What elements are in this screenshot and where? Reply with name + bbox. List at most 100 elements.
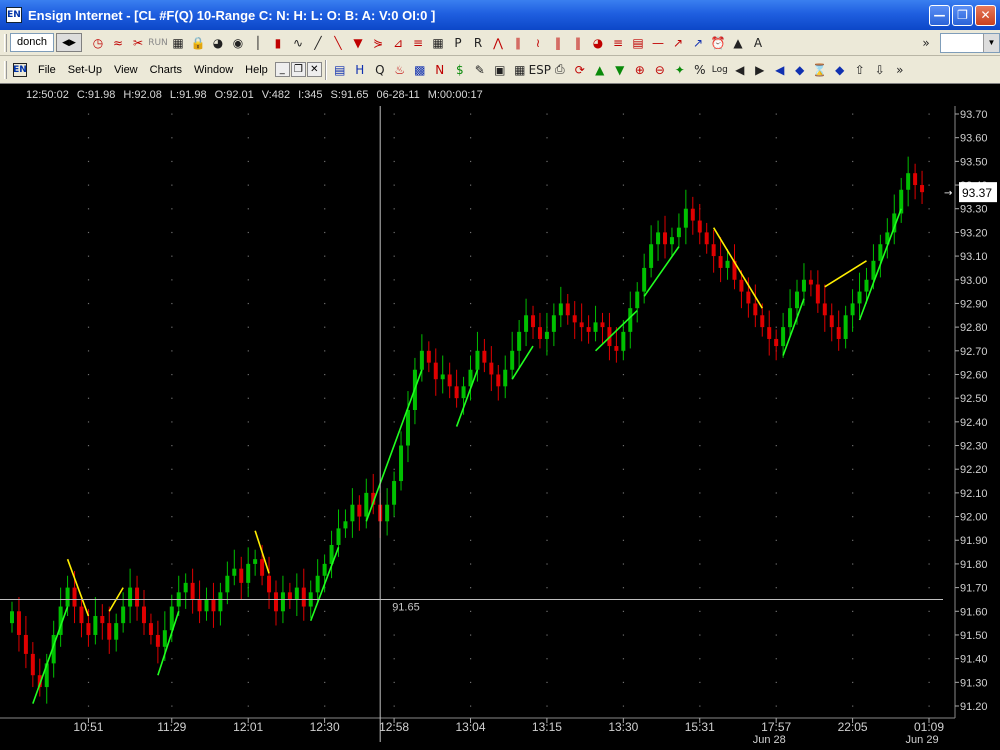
mdi-close-icon[interactable]: ✕ [306, 62, 322, 77]
toolbar-grip[interactable] [4, 33, 7, 52]
fib-icon[interactable]: ≡ [409, 33, 427, 53]
time-tick-label: 12:30 [310, 720, 340, 734]
magic-icon[interactable]: ✦ [671, 60, 689, 80]
log-icon[interactable]: Log [711, 60, 729, 80]
menu-help[interactable]: Help [239, 64, 274, 76]
minimize-icon[interactable]: — [929, 4, 950, 26]
print-icon[interactable]: ⎙ [551, 60, 569, 80]
layout-icon[interactable]: ▤ [331, 60, 349, 80]
up-arrow-icon[interactable]: ▲ [591, 60, 609, 80]
expand-v-icon[interactable]: ◆ [831, 60, 849, 80]
globe-icon[interactable]: ◉ [229, 33, 247, 53]
box-r-icon[interactable]: R [469, 33, 487, 53]
grid-dot [699, 326, 701, 328]
grid-dot [622, 468, 625, 470]
waves-icon[interactable]: ≈ [109, 33, 127, 53]
n-icon[interactable]: N [431, 60, 449, 80]
candle-body [322, 563, 327, 576]
note-icon[interactable]: ✎ [471, 60, 489, 80]
alarm-icon[interactable]: ⏰ [709, 33, 727, 53]
grid-icon[interactable]: ▦ [169, 33, 187, 53]
down-icon[interactable]: ⇩ [871, 60, 889, 80]
tab-donch[interactable]: donch [10, 33, 54, 52]
fire-icon[interactable]: ♨ [391, 60, 409, 80]
gann-icon[interactable]: ⊿ [389, 33, 407, 53]
run-icon[interactable]: RUN [148, 33, 168, 53]
clock-icon[interactable]: ◷ [89, 33, 107, 53]
expand-h-icon[interactable]: ◆ [791, 60, 809, 80]
spiral-icon[interactable]: ◕ [589, 33, 607, 53]
menu-file[interactable]: File [32, 64, 62, 76]
toolbar-grip[interactable] [4, 60, 7, 79]
menu-window[interactable]: Window [188, 64, 239, 76]
text-icon[interactable]: A [749, 33, 767, 53]
candle-body [579, 322, 584, 328]
begin-icon[interactable]: ◀ [771, 60, 789, 80]
h-icon[interactable]: H [351, 60, 369, 80]
arrow-down-icon[interactable]: ▼ [349, 33, 367, 53]
app-menu-icon[interactable]: EN [13, 62, 27, 77]
box-p-icon[interactable]: P [449, 33, 467, 53]
scroll-right-icon[interactable]: ▶ [751, 60, 769, 80]
menu-view[interactable]: View [108, 64, 144, 76]
grid-dot [87, 421, 90, 423]
mdi-restore-icon[interactable]: ❐ [290, 62, 306, 77]
q-icon[interactable]: Q [371, 60, 389, 80]
candle-icon[interactable]: ▮ [269, 33, 287, 53]
zigzag-icon[interactable]: ≀ [529, 33, 547, 53]
box-grid-icon[interactable]: ▦ [429, 33, 447, 53]
bar-chart-icon[interactable]: ▩ [411, 60, 429, 80]
zoom-in-icon[interactable]: ⊕ [631, 60, 649, 80]
parallel-icon[interactable]: ∥ [509, 33, 527, 53]
tab-scroll-icon[interactable]: ◀▶ [55, 33, 82, 52]
candle-body [197, 599, 202, 612]
overflow-chevron-icon[interactable]: » [917, 33, 935, 53]
close-icon[interactable]: ✕ [975, 4, 996, 26]
up-icon[interactable]: ⇧ [851, 60, 869, 80]
lock-icon[interactable]: 🔒 [189, 33, 207, 53]
wave-line-icon[interactable]: ∿ [289, 33, 307, 53]
scroll-left-icon[interactable]: ◀ [731, 60, 749, 80]
pitchfork-icon[interactable]: ⋀ [489, 33, 507, 53]
fan-icon[interactable]: ⋟ [369, 33, 387, 53]
candle-body [628, 308, 633, 332]
refresh-icon[interactable]: ⟳ [571, 60, 589, 80]
cursor-line-icon[interactable]: │ [249, 33, 267, 53]
hline-icon[interactable]: — [649, 33, 667, 53]
levels-icon[interactable]: ≡ [609, 33, 627, 53]
mdi-minimize-icon[interactable]: _ [274, 62, 290, 77]
pencil-line-icon[interactable]: ╱ [309, 33, 327, 53]
cycle-lines2-icon[interactable]: ‖ [569, 33, 587, 53]
grid-dot [852, 255, 854, 257]
channel-icon[interactable]: ▤ [629, 33, 647, 53]
down-arrow-icon[interactable]: ▼ [611, 60, 629, 80]
candle-body [718, 256, 723, 268]
zoom-out-icon[interactable]: ⊖ [651, 60, 669, 80]
line-draw-icon[interactable]: ╲ [329, 33, 347, 53]
candle-body [635, 291, 640, 309]
esp-icon[interactable]: ESP [529, 60, 551, 80]
gauge-icon[interactable]: ◕ [209, 33, 227, 53]
candle-body [482, 350, 487, 363]
time-tick-label: 13:30 [608, 720, 638, 734]
price-chart[interactable]: 93.7093.6093.5093.4093.3093.2093.1093.00… [0, 106, 1000, 750]
grid-dot [393, 681, 395, 684]
grid-dot [775, 492, 777, 494]
chevron-down-icon[interactable]: ▼ [983, 33, 999, 52]
speed-icon[interactable]: ↗ [669, 33, 687, 53]
overflow-chevron-icon[interactable]: » [891, 60, 909, 80]
dollar-icon[interactable]: $ [451, 60, 469, 80]
cycle-lines-icon[interactable]: ‖ [549, 33, 567, 53]
fan2-icon[interactable]: ↗ [689, 33, 707, 53]
hourglass-icon[interactable]: ⌛ [811, 60, 829, 80]
menu-set-up[interactable]: Set-Up [62, 64, 108, 76]
triangle-icon[interactable]: ▲ [729, 33, 747, 53]
menu-charts[interactable]: Charts [144, 64, 188, 76]
restore-icon[interactable]: ❐ [952, 4, 973, 26]
grid-dot [622, 563, 625, 565]
quote-icon[interactable]: ▣ [491, 60, 509, 80]
page-icon[interactable]: ▦ [511, 60, 529, 80]
symbol-combo[interactable]: ▼ [940, 32, 1000, 53]
percent-icon[interactable]: % [691, 60, 709, 80]
scissors-icon[interactable]: ✂ [129, 33, 147, 53]
